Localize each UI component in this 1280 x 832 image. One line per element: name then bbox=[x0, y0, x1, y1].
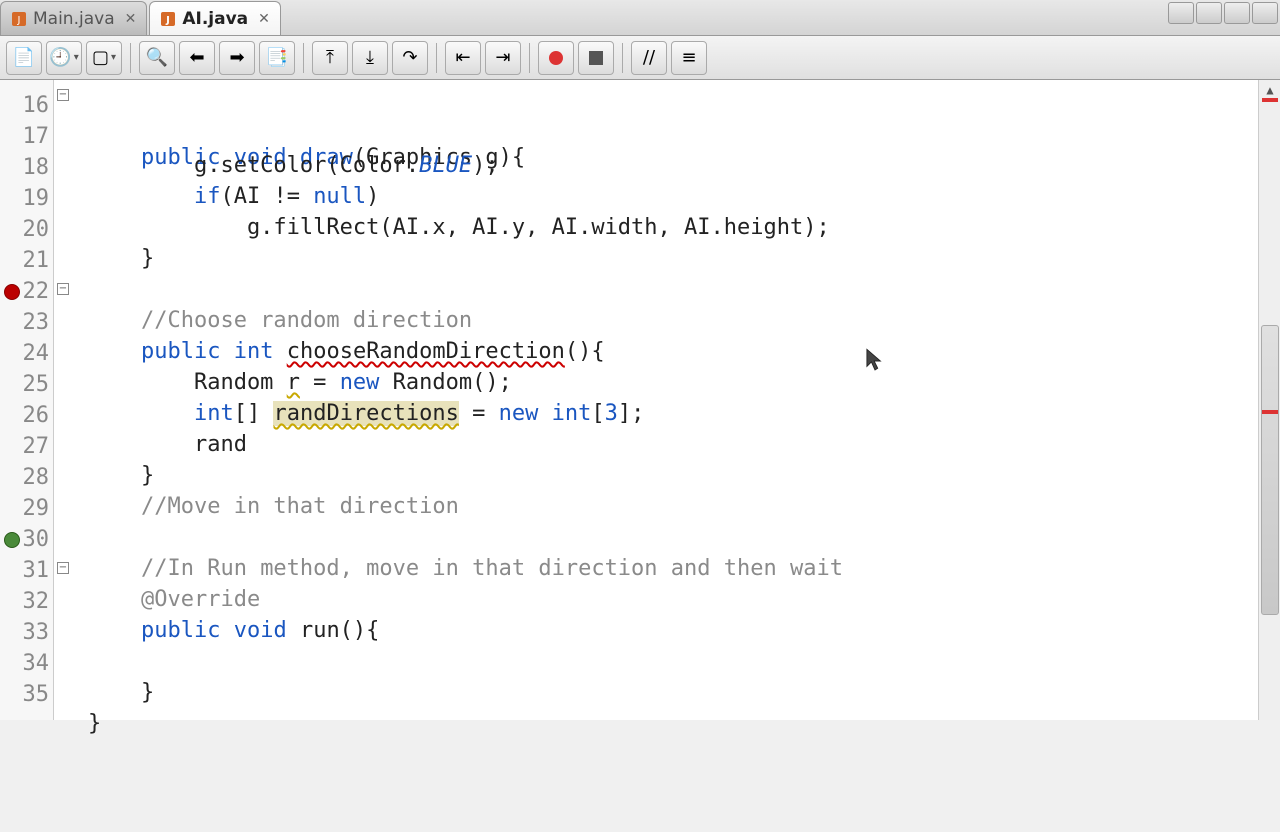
close-icon[interactable]: ✕ bbox=[258, 11, 270, 27]
tab-label: AI.java bbox=[182, 9, 248, 29]
error-gutter-icon[interactable] bbox=[4, 284, 20, 300]
step-down-button[interactable]: ⤓ bbox=[352, 41, 388, 75]
toolbar-separator bbox=[303, 43, 304, 73]
line-number: 23 bbox=[0, 307, 53, 338]
override-gutter-icon[interactable] bbox=[4, 532, 20, 548]
toolbar-separator bbox=[529, 43, 530, 73]
line-number: 25 bbox=[0, 369, 53, 400]
error-overview-mark[interactable] bbox=[1262, 98, 1278, 102]
code-line[interactable]: //In Run method, move in that direction … bbox=[88, 553, 1280, 584]
nav-bookmark-button[interactable]: 📑 bbox=[259, 41, 295, 75]
line-number: 32 bbox=[0, 586, 53, 617]
nav-back-button[interactable]: ⬅ bbox=[179, 41, 215, 75]
file-tab[interactable]: J AI.java ✕ bbox=[149, 1, 281, 35]
scroll-up-arrow[interactable]: ▲ bbox=[1259, 80, 1280, 100]
svg-text:J: J bbox=[165, 15, 170, 26]
line-number: 35 bbox=[0, 679, 53, 710]
editor-toolbar: 📄🕘▢ 🔍⬅➡📑 ⤒⤓↷ ⇤⇥ //≡ bbox=[0, 36, 1280, 80]
editor-tabbar: J Main.java ✕ J AI.java ✕ bbox=[0, 0, 1280, 36]
scroll-thumb[interactable] bbox=[1261, 325, 1279, 615]
line-number: 19 bbox=[0, 183, 53, 214]
find-button[interactable]: 🔍 bbox=[139, 41, 175, 75]
line-number: 18 bbox=[0, 152, 53, 183]
minimize-button[interactable] bbox=[1168, 2, 1194, 24]
line-number-gutter: 1617181920212223242526272829303132333435 bbox=[0, 80, 54, 720]
maximize-button[interactable] bbox=[1196, 2, 1222, 24]
source-button[interactable]: 📄 bbox=[6, 41, 42, 75]
line-number: 24 bbox=[0, 338, 53, 369]
toolbar-separator bbox=[130, 43, 131, 73]
line-number: 22 bbox=[0, 276, 53, 307]
step-over-button[interactable]: ↷ bbox=[392, 41, 428, 75]
line-number: 34 bbox=[0, 648, 53, 679]
code-line[interactable] bbox=[88, 739, 1280, 770]
line-number: 31 bbox=[0, 555, 53, 586]
nav-fwd-button[interactable]: ➡ bbox=[219, 41, 255, 75]
code-line[interactable]: rand bbox=[88, 429, 1280, 460]
code-line[interactable] bbox=[88, 274, 1280, 305]
restore-button[interactable] bbox=[1224, 2, 1250, 24]
line-number: 27 bbox=[0, 431, 53, 462]
history-dd-button[interactable]: 🕘 bbox=[46, 41, 82, 75]
code-line[interactable]: Random r = new Random(); bbox=[88, 367, 1280, 398]
code-editor[interactable]: 1617181920212223242526272829303132333435… bbox=[0, 80, 1280, 720]
close-window-button[interactable] bbox=[1252, 2, 1278, 24]
java-file-icon: J bbox=[11, 11, 27, 27]
step-up-button[interactable]: ⤒ bbox=[312, 41, 348, 75]
fold-toggle[interactable]: − bbox=[57, 89, 69, 101]
code-line[interactable]: @Override bbox=[88, 584, 1280, 615]
code-line[interactable]: } bbox=[88, 708, 1280, 739]
line-number: 26 bbox=[0, 400, 53, 431]
toolbar-separator bbox=[622, 43, 623, 73]
file-tab[interactable]: J Main.java ✕ bbox=[0, 1, 147, 35]
code-line[interactable]: g.setColor(Color.BLUE); bbox=[88, 150, 1280, 181]
line-number: 21 bbox=[0, 245, 53, 276]
close-icon[interactable]: ✕ bbox=[125, 11, 137, 27]
line-number: 28 bbox=[0, 462, 53, 493]
code-line[interactable]: public int chooseRandomDirection(){ bbox=[88, 336, 1280, 367]
code-line[interactable] bbox=[88, 522, 1280, 553]
line-number: 20 bbox=[0, 214, 53, 245]
svg-text:J: J bbox=[17, 15, 21, 26]
toolbar-separator bbox=[436, 43, 437, 73]
shift-right-button[interactable]: ⇥ bbox=[485, 41, 521, 75]
line-number: 17 bbox=[0, 121, 53, 152]
code-line[interactable] bbox=[88, 646, 1280, 677]
tab-label: Main.java bbox=[33, 9, 115, 29]
vertical-scrollbar[interactable]: ▲ bbox=[1258, 80, 1280, 720]
code-line[interactable]: public void run(){ bbox=[88, 615, 1280, 646]
stop-button[interactable] bbox=[578, 41, 614, 75]
record-button[interactable] bbox=[538, 41, 574, 75]
line-number: 30 bbox=[0, 524, 53, 555]
line-number: 29 bbox=[0, 493, 53, 524]
editor-window-buttons bbox=[1168, 2, 1278, 24]
code-line[interactable]: } bbox=[88, 677, 1280, 708]
last-edit-dd-button[interactable]: ▢ bbox=[86, 41, 122, 75]
code-line[interactable]: //Move in that direction bbox=[88, 491, 1280, 522]
fold-toggle[interactable]: − bbox=[57, 562, 69, 574]
code-line[interactable]: } bbox=[88, 460, 1280, 491]
code-line[interactable]: //Choose random direction bbox=[88, 305, 1280, 336]
code-line[interactable]: if(AI != null) bbox=[88, 181, 1280, 212]
uncomment-button[interactable]: ≡ bbox=[671, 41, 707, 75]
java-file-icon: J bbox=[160, 11, 176, 27]
line-number bbox=[0, 82, 53, 90]
error-overview-mark[interactable] bbox=[1262, 410, 1278, 414]
shift-left-button[interactable]: ⇤ bbox=[445, 41, 481, 75]
code-line[interactable]: g.fillRect(AI.x, AI.y, AI.width, AI.heig… bbox=[88, 212, 1280, 243]
code-line[interactable]: public void draw(Graphics g){ bbox=[88, 142, 1280, 150]
code-area[interactable]: public void draw(Graphics g){ g.setColor… bbox=[54, 80, 1280, 720]
code-line[interactable]: } bbox=[88, 243, 1280, 274]
fold-toggle[interactable]: − bbox=[57, 283, 69, 295]
line-number: 16 bbox=[0, 90, 53, 121]
comment-button[interactable]: // bbox=[631, 41, 667, 75]
line-number: 33 bbox=[0, 617, 53, 648]
code-line[interactable]: int[] randDirections = new int[3]; bbox=[88, 398, 1280, 429]
